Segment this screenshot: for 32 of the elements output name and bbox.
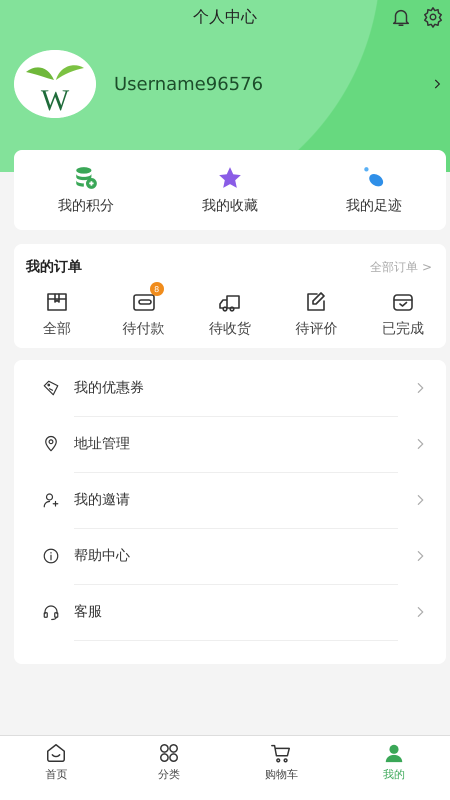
menu-item[interactable]: 我的邀请 [14,472,446,528]
avatar-logo: W [14,50,96,118]
menu-item[interactable]: 地址管理 [14,416,446,472]
ticket-icon [42,379,60,397]
headset-icon [42,603,60,621]
person-add-icon [42,491,60,509]
tab-item[interactable]: 首页 [0,736,112,800]
menu-item[interactable]: 客服 [14,584,446,640]
shortcut-item[interactable]: 我的足迹 [302,150,446,230]
section-title: 我的订单 [26,258,82,276]
username[interactable]: Username96576 [114,74,412,94]
package-icon [45,290,70,314]
tab-item[interactable]: 购物车 [225,736,338,800]
order-status-item[interactable]: 已完成 [360,280,446,338]
info-icon [42,547,60,565]
star-icon [217,165,243,191]
shortcut-item[interactable]: 我的收藏 [158,150,302,230]
count-badge: 8 [150,282,164,296]
grid-icon [158,742,180,764]
order-status-item[interactable]: 待收货 [186,280,274,338]
shortcut-item[interactable]: 我的积分 [14,150,158,230]
page-title: 个人中心 [193,6,257,28]
menu-item[interactable]: 我的优惠券 [14,360,446,416]
cart-icon [270,742,292,764]
settings-icon[interactable] [422,6,444,28]
tab-item[interactable]: 分类 [112,736,225,800]
menu-item[interactable]: 帮助中心 [14,528,446,584]
home-icon [45,742,68,764]
location-icon [42,435,60,453]
order-status-item[interactable]: 全部 [14,280,100,338]
order-status-item[interactable]: 待评价 [273,280,360,338]
order-status-item[interactable]: 8 待付款 [100,280,187,338]
